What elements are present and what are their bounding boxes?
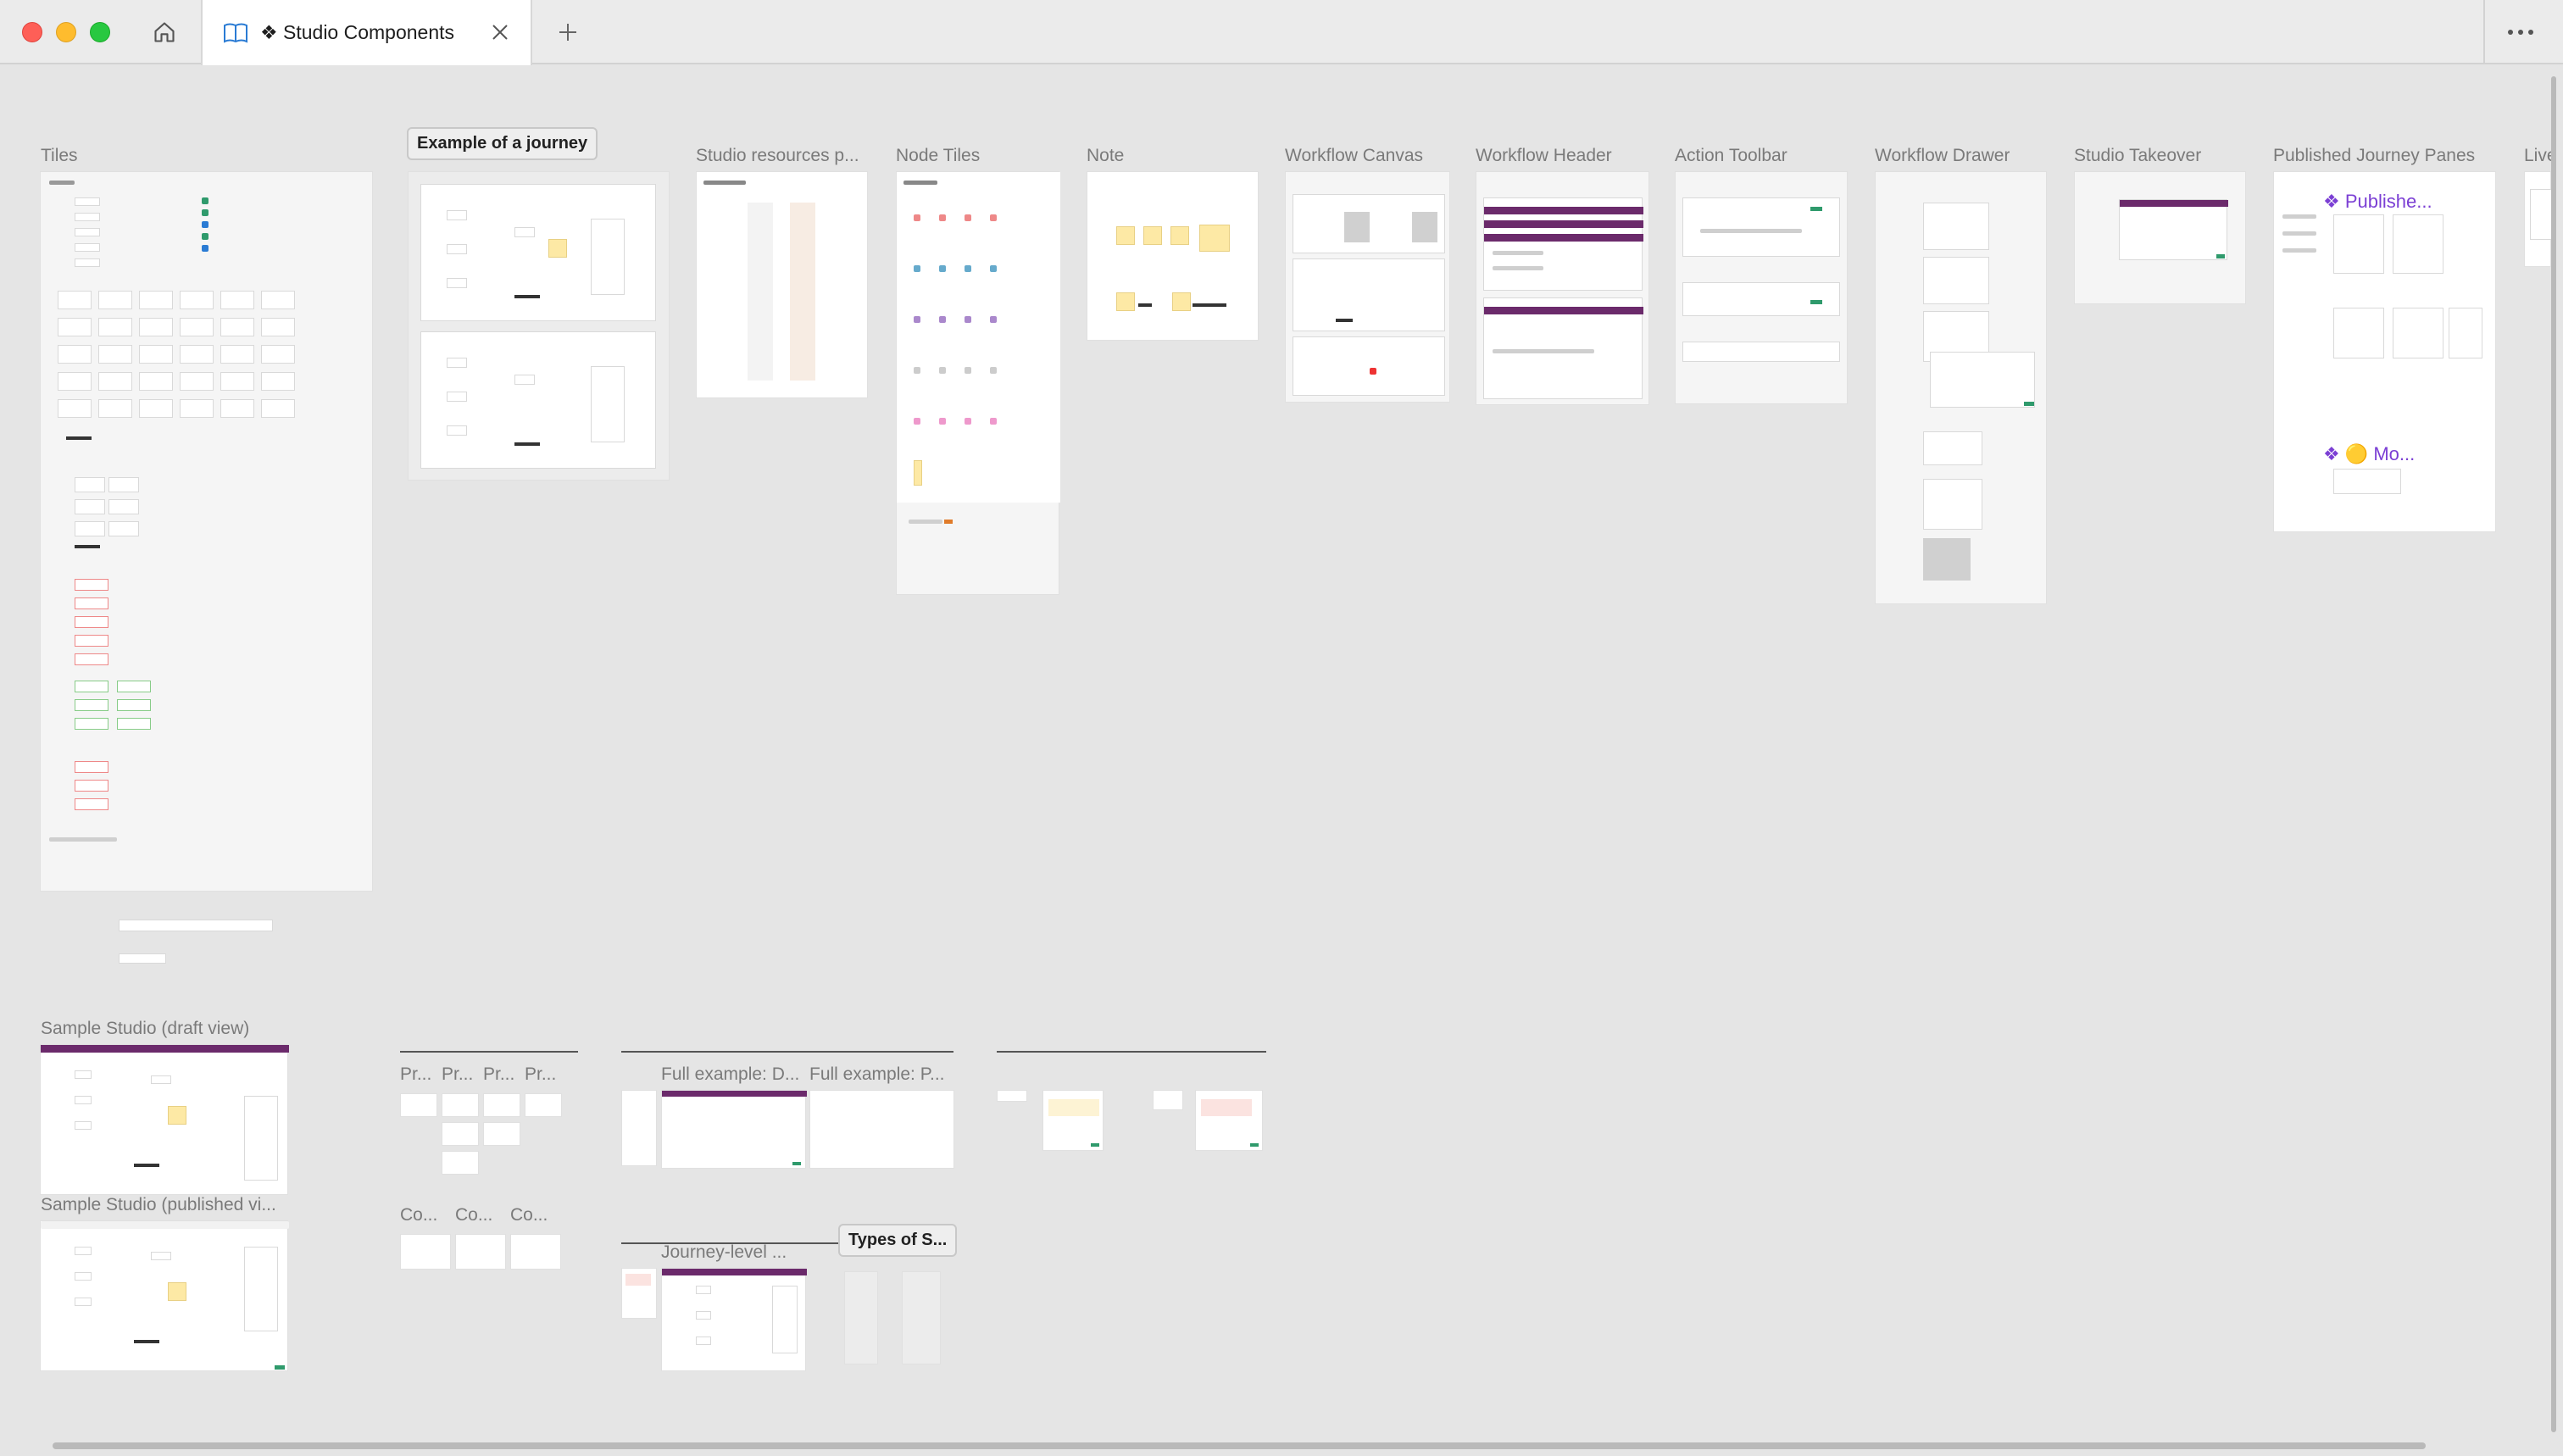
frame-label-tiles[interactable]: Tiles (41, 146, 78, 166)
horizontal-scrollbar[interactable] (53, 1442, 2426, 1449)
frame-label-action-toolbar[interactable]: Action Toolbar (1675, 146, 1787, 166)
frame-label-sample-draft[interactable]: Sample Studio (draft view) (41, 1019, 249, 1039)
frame-sample-published[interactable] (40, 1220, 289, 1371)
home-icon (154, 22, 175, 42)
frame-label-pr[interactable]: Pr... (525, 1064, 556, 1085)
frame-label-journey-example[interactable]: Example of a journey (407, 127, 598, 160)
journey-example-preview (420, 331, 656, 469)
frame-sample-draft[interactable] (40, 1044, 289, 1195)
published-panes-content (2282, 214, 2486, 367)
frame-label-pr[interactable]: Pr... (442, 1064, 473, 1085)
frame-label-co[interactable]: Co... (455, 1205, 492, 1225)
frame-published-panes[interactable]: ❖ Publishe... ❖ 🟡 Mo... (2273, 171, 2496, 532)
frame-moving-small[interactable] (1153, 1090, 1183, 1110)
tiles-group-5 (75, 761, 125, 829)
frame-label-workflow-drawer[interactable]: Workflow Drawer (1875, 146, 2010, 166)
frame-label-pr[interactable]: Pr... (483, 1064, 514, 1085)
tab-title: ❖ Studio Components (260, 21, 455, 43)
journey-example-preview (420, 184, 656, 321)
new-tab-button[interactable] (549, 15, 587, 49)
frame-label-studio-resources[interactable]: Studio resources p... (696, 146, 865, 166)
frame-co[interactable] (510, 1234, 561, 1270)
frame-feedback-notes[interactable] (621, 1268, 657, 1319)
toolbar-divider (2483, 0, 2485, 64)
close-tab-button[interactable] (486, 19, 514, 46)
frame-journey-example[interactable] (408, 171, 670, 481)
published-panes-subtitle: ❖ 🟡 Mo... (2323, 443, 2416, 464)
frame-label-workflow-canvas[interactable]: Workflow Canvas (1285, 146, 1423, 166)
frame-label-full-example-d[interactable]: Full example: D... (661, 1064, 805, 1085)
tab-studio-components[interactable]: ❖ Studio Components (201, 0, 532, 65)
plus-icon (559, 24, 576, 41)
resources-column (790, 203, 815, 381)
frame-label-pr[interactable]: Pr... (400, 1064, 431, 1085)
tiles-loose-element[interactable] (119, 953, 166, 964)
close-window-button[interactable] (22, 22, 42, 42)
frame-label-note[interactable]: Note (1087, 146, 1124, 166)
frame-pr[interactable] (442, 1151, 479, 1175)
section-grouping-actions (621, 1051, 953, 1053)
frame-node-tiles[interactable] (896, 171, 1060, 595)
frame-moving[interactable] (1042, 1090, 1104, 1151)
frame-label-full-example-p[interactable]: Full example: P... (809, 1064, 953, 1085)
frame-live[interactable] (2524, 171, 2552, 267)
frame-full-example-d[interactable] (661, 1090, 807, 1169)
section-tile-prototype (400, 1051, 578, 1053)
frame-label-co[interactable]: Co... (510, 1205, 548, 1225)
minimize-window-button[interactable] (56, 22, 76, 42)
frame-label-published-panes[interactable]: Published Journey Panes (2273, 146, 2475, 166)
tiles-group-2 (58, 477, 159, 562)
frame-action-toolbar[interactable] (1675, 171, 1848, 404)
frame-pr[interactable] (442, 1093, 479, 1117)
vertical-scrollbar[interactable] (2551, 76, 2556, 1432)
frame-types-of-s[interactable] (844, 1271, 878, 1364)
tiles-grid (58, 291, 303, 452)
more-options-button[interactable] (2500, 15, 2541, 49)
frame-full-example-p[interactable] (809, 1090, 954, 1169)
workflow-header-preview (1483, 197, 1643, 291)
home-button[interactable] (146, 15, 183, 49)
frame-label-co[interactable]: Co... (400, 1205, 437, 1225)
frame-pr[interactable] (483, 1093, 520, 1117)
tiles-loose-element[interactable] (119, 920, 273, 931)
section-moving-states (997, 1051, 1266, 1053)
tiles-group-4 (75, 681, 168, 748)
frame-label-workflow-header[interactable]: Workflow Header (1476, 146, 1612, 166)
frame-studio-resources[interactable] (696, 171, 868, 398)
tiles-group (75, 197, 208, 274)
frame-moving[interactable] (1195, 1090, 1263, 1151)
frame-pr[interactable] (483, 1122, 520, 1146)
frame-types-of-s[interactable] (902, 1271, 941, 1364)
frame-journey-level[interactable] (661, 1268, 807, 1371)
zoom-window-button[interactable] (90, 22, 110, 42)
frame-workflow-drawer[interactable] (1875, 171, 2047, 604)
frame-label-types-of-s[interactable]: Types of S... (838, 1224, 958, 1257)
frame-label-sample-published[interactable]: Sample Studio (published vi... (41, 1195, 288, 1215)
frame-note[interactable] (1087, 171, 1259, 341)
frame-studio-takeover[interactable] (2074, 171, 2246, 304)
frame-label-node-tiles[interactable]: Node Tiles (896, 146, 980, 166)
frame-label-studio-takeover[interactable]: Studio Takeover (2074, 146, 2201, 166)
frame-pr[interactable] (400, 1093, 437, 1117)
more-icon (2508, 30, 2533, 35)
frame-workflow-header[interactable] (1476, 171, 1649, 405)
frame-pr[interactable] (442, 1122, 479, 1146)
book-icon (224, 23, 247, 43)
tiles-group-3 (75, 579, 125, 672)
frame-moving-small[interactable] (997, 1090, 1027, 1102)
resources-column (748, 203, 773, 381)
frame-grouping-notes[interactable] (621, 1090, 657, 1166)
frame-tiles[interactable] (40, 171, 373, 892)
frame-pr[interactable] (525, 1093, 562, 1117)
published-panes-title: ❖ Publishe... (2323, 191, 2432, 212)
frame-co[interactable] (400, 1234, 451, 1270)
frame-label-journey-level[interactable]: Journey-level ... (661, 1242, 797, 1263)
node-tiles-grid (914, 214, 1041, 469)
close-icon (492, 25, 508, 40)
frame-co[interactable] (455, 1234, 506, 1270)
frame-workflow-canvas[interactable] (1285, 171, 1450, 403)
